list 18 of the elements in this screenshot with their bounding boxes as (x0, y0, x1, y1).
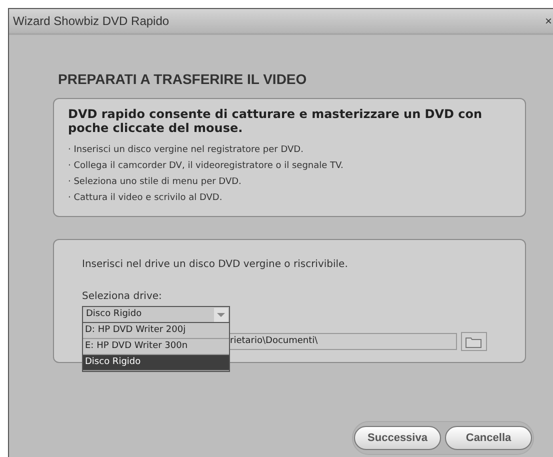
caret-icon (214, 308, 228, 322)
close-button[interactable]: × (544, 15, 552, 27)
step-text: · Cattura il video e scrivilo al DVD. (68, 192, 224, 205)
folder-icon (465, 336, 483, 348)
page-heading: PREPARATI A TRASFERIRE IL VIDEO (57, 70, 308, 89)
dropdown-option[interactable]: D: HP DVD Writer 200j (83, 323, 229, 339)
drive-select[interactable]: Disco Rigido (82, 306, 230, 323)
step-text: · Seleziona uno stile di menu per DVD. (68, 176, 242, 189)
browse-button[interactable] (461, 332, 487, 351)
step-text: · Inserisci un disco vergine nel registratore per DVD. (68, 144, 304, 157)
step-text: · Collega il camcorder DV, il videoregistratore o il segnale TV. (68, 160, 344, 173)
instruction-text: Inserisci nel drive un disco DVD vergine o riscrivibile. (82, 258, 349, 272)
next-button[interactable]: Successiva (354, 426, 441, 450)
intro-text: DVD rapido consente di catturare e masterizzare un DVD con poche cliccate del mouse. (68, 107, 484, 135)
drive-label: Seleziona drive: (82, 290, 163, 304)
dropdown-option[interactable]: Disco Rigido (83, 355, 229, 371)
window-title: Wizard Showbiz DVD Rapido (13, 13, 170, 30)
cancel-button[interactable]: Cancella (445, 426, 532, 450)
